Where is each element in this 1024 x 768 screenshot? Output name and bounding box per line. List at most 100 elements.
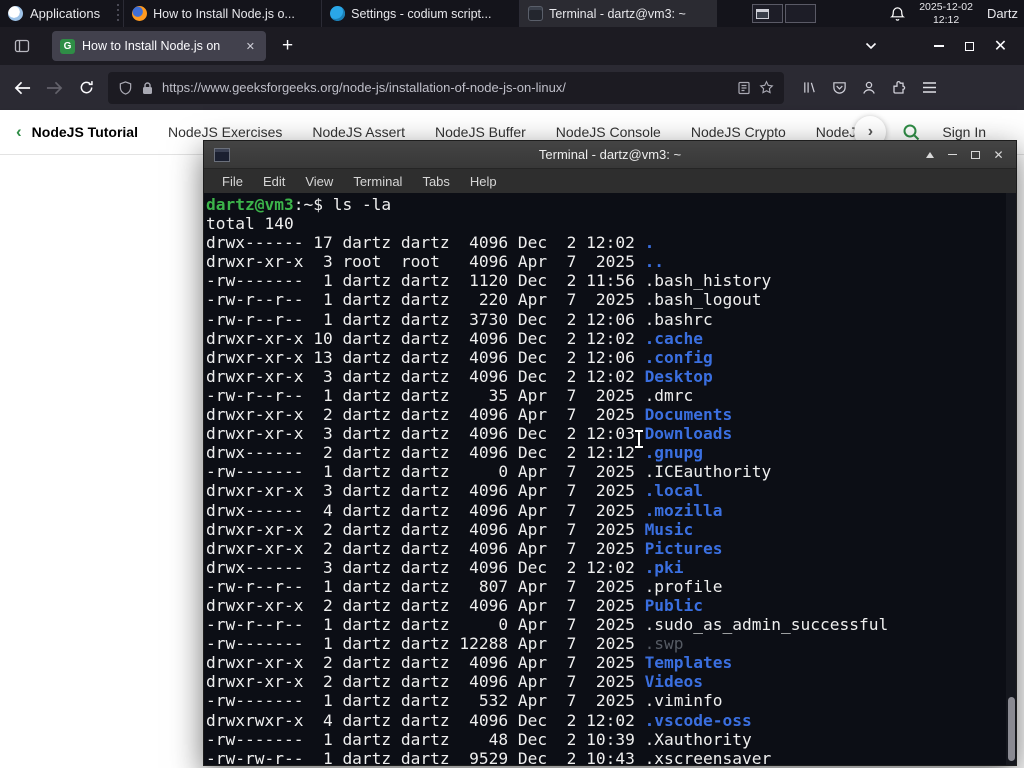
taskbar-window-button[interactable]: How to Install Node.js o... xyxy=(123,0,321,27)
file-meta: drwxr-xr-x 2 dartz dartz 4096 Apr 7 2025 xyxy=(206,538,645,558)
clock-time: 12:12 xyxy=(932,13,960,26)
nav-scroll-left-chevron-icon[interactable]: ‹ xyxy=(12,122,26,142)
category-nav-item[interactable]: NodeJS Console xyxy=(556,124,661,140)
padlock-icon[interactable] xyxy=(141,81,154,95)
taskbar-window-button[interactable]: Settings - codium script... xyxy=(321,0,519,27)
reload-button[interactable] xyxy=(70,72,102,104)
terminal-listing-line: -rw------- 1 dartz dartz 1120 Dec 2 11:5… xyxy=(206,271,1016,290)
category-nav-item[interactable]: NodeJS Tutorial xyxy=(32,124,138,140)
terminal-maximize-button[interactable] xyxy=(964,144,987,165)
category-nav-item[interactable]: NodeJS Assert xyxy=(312,124,405,140)
hamburger-menu-icon[interactable] xyxy=(914,72,944,104)
terminal-menu-item[interactable]: Tabs xyxy=(412,174,459,189)
file-name: Videos xyxy=(644,672,704,692)
terminal-listing-line: -rw------- 1 dartz dartz 48 Dec 2 10:39 … xyxy=(206,730,1016,749)
file-meta: drwx------ 4 dartz dartz 4096 Apr 7 2025 xyxy=(206,500,645,520)
terminal-titlebar[interactable]: Terminal - dartz@vm3: ~ ✕ xyxy=(204,141,1016,168)
panel-separator xyxy=(114,4,122,23)
taskbar-window-button[interactable]: Terminal - dartz@vm3: ~ xyxy=(519,0,718,27)
workspace-1[interactable] xyxy=(752,4,784,23)
terminal-scrollbar[interactable] xyxy=(1006,193,1016,765)
terminal-listing-line: drwxr-xr-x 13 dartz dartz 4096 Dec 2 12:… xyxy=(206,348,1016,367)
file-name: .profile xyxy=(644,576,723,596)
terminal-total-line: total 140 xyxy=(206,214,294,234)
tracking-protection-shield-icon[interactable] xyxy=(118,80,133,96)
category-nav-item[interactable]: NodeJS Crypto xyxy=(691,124,786,140)
sign-in-link[interactable]: Sign In xyxy=(942,124,986,140)
terminal-listing-line: drwx------ 3 dartz dartz 4096 Dec 2 12:0… xyxy=(206,558,1016,577)
back-button[interactable] xyxy=(6,72,38,104)
terminal-close-button[interactable]: ✕ xyxy=(987,144,1010,165)
terminal-listing-line: -rw------- 1 dartz dartz 0 Apr 7 2025 .I… xyxy=(206,462,1016,481)
terminal-minimize-button[interactable] xyxy=(941,144,964,165)
file-name: Music xyxy=(644,519,694,539)
file-name: .Xauthority xyxy=(644,729,752,749)
file-name: Desktop xyxy=(644,366,713,386)
file-meta: -rw------- 1 dartz dartz 48 Dec 2 10:39 xyxy=(206,729,645,749)
category-nav-items: NodeJS Tutorial NodeJS Exercises NodeJS … xyxy=(32,124,869,140)
terminal-window-controls: ✕ xyxy=(918,144,1010,165)
terminal-menu-item[interactable]: File xyxy=(212,174,253,189)
search-icon[interactable] xyxy=(902,123,920,141)
terminal-window: Terminal - dartz@vm3: ~ ✕ File Edit View… xyxy=(203,140,1017,766)
terminal-listing-line: -rw-r--r-- 1 dartz dartz 220 Apr 7 2025 … xyxy=(206,290,1016,309)
terminal-listing-line: -rw-rw-r-- 1 dartz dartz 9529 Dec 2 10:4… xyxy=(206,749,1016,765)
terminal-listing-line: drwxrwxr-x 4 dartz dartz 4096 Dec 2 12:0… xyxy=(206,711,1016,730)
extensions-puzzle-icon[interactable] xyxy=(884,72,914,104)
bookmark-star-icon[interactable] xyxy=(759,80,774,95)
panel-status-area: 2025-12-02 12:12 Dartz xyxy=(890,0,1024,27)
applications-menu-button[interactable]: Applications xyxy=(0,0,112,27)
terminal-scrollbar-thumb[interactable] xyxy=(1007,697,1015,761)
terminal-listing-line: drwxr-xr-x 2 dartz dartz 4096 Apr 7 2025… xyxy=(206,653,1016,672)
browser-tab-bar: G How to Install Node.js on ✕ + ✕ xyxy=(0,27,1024,65)
window-app-icon xyxy=(528,6,544,21)
terminal-listing-line: drwxr-xr-x 2 dartz dartz 4096 Apr 7 2025… xyxy=(206,672,1016,691)
terminal-output-area[interactable]: dartz@vm3:~$ ls -la total 140 drwx------… xyxy=(204,193,1016,765)
file-name: .mozilla xyxy=(644,500,723,520)
url-text[interactable]: https://www.geeksforgeeks.org/node-js/in… xyxy=(162,80,729,95)
window-maximize-button[interactable] xyxy=(954,34,985,58)
url-bar[interactable]: https://www.geeksforgeeks.org/node-js/in… xyxy=(108,71,784,104)
window-close-button[interactable]: ✕ xyxy=(985,34,1016,58)
terminal-listing-line: drwxr-xr-x 3 root root 4096 Apr 7 2025 .… xyxy=(206,252,1016,271)
file-name: .bashrc xyxy=(644,309,713,329)
workspace-switcher[interactable] xyxy=(752,0,817,27)
terminal-file-listing: drwx------ 17 dartz dartz 4096 Dec 2 12:… xyxy=(206,233,1016,765)
terminal-menu-item[interactable]: Help xyxy=(460,174,507,189)
pocket-icon[interactable] xyxy=(824,72,854,104)
browser-tab-active[interactable]: G How to Install Node.js on ✕ xyxy=(52,31,266,61)
list-all-tabs-chevron-icon[interactable] xyxy=(855,42,887,50)
new-tab-button[interactable]: + xyxy=(274,35,301,57)
notifications-bell-icon[interactable] xyxy=(890,6,906,22)
file-name: .sudo_as_admin_successful xyxy=(644,615,889,635)
reader-mode-icon[interactable] xyxy=(737,81,751,95)
workspace-2[interactable] xyxy=(785,4,817,23)
file-meta: -rw------- 1 dartz dartz 0 Apr 7 2025 xyxy=(206,462,645,482)
file-name: Templates xyxy=(644,653,733,673)
terminal-menu-item[interactable]: Terminal xyxy=(343,174,412,189)
file-meta: -rw-r--r-- 1 dartz dartz 220 Apr 7 2025 xyxy=(206,290,645,310)
file-name: .dmrc xyxy=(644,385,694,405)
terminal-shade-button[interactable] xyxy=(918,144,941,165)
terminal-listing-line: drwx------ 17 dartz dartz 4096 Dec 2 12:… xyxy=(206,233,1016,252)
terminal-listing-line: -rw-r--r-- 1 dartz dartz 0 Apr 7 2025 .s… xyxy=(206,615,1016,634)
terminal-menu-item[interactable]: Edit xyxy=(253,174,295,189)
file-meta: drwxr-xr-x 2 dartz dartz 4096 Apr 7 2025 xyxy=(206,519,645,539)
prompt-user-host: dartz@vm3 xyxy=(206,195,294,214)
account-icon[interactable] xyxy=(854,72,884,104)
forward-button[interactable] xyxy=(38,72,70,104)
category-nav-item[interactable]: NodeJS Buffer xyxy=(435,124,526,140)
file-meta: -rw------- 1 dartz dartz 532 Apr 7 2025 xyxy=(206,691,645,711)
file-name: Documents xyxy=(644,405,733,425)
file-meta: drwxrwxr-x 4 dartz dartz 4096 Dec 2 12:0… xyxy=(206,710,645,730)
tab-close-icon[interactable]: ✕ xyxy=(243,38,258,55)
terminal-listing-line: drwxr-xr-x 3 dartz dartz 4096 Dec 2 12:0… xyxy=(206,424,1016,443)
library-icon[interactable] xyxy=(794,72,824,104)
panel-clock[interactable]: 2025-12-02 12:12 xyxy=(919,1,973,26)
category-nav-item[interactable]: NodeJS Exercises xyxy=(168,124,282,140)
firefox-view-icon[interactable] xyxy=(8,32,36,60)
terminal-menu-item[interactable]: View xyxy=(295,174,343,189)
terminal-listing-line: -rw-r--r-- 1 dartz dartz 807 Apr 7 2025 … xyxy=(206,577,1016,596)
file-name: .xscreensaver xyxy=(644,748,772,765)
window-minimize-button[interactable] xyxy=(923,34,954,58)
